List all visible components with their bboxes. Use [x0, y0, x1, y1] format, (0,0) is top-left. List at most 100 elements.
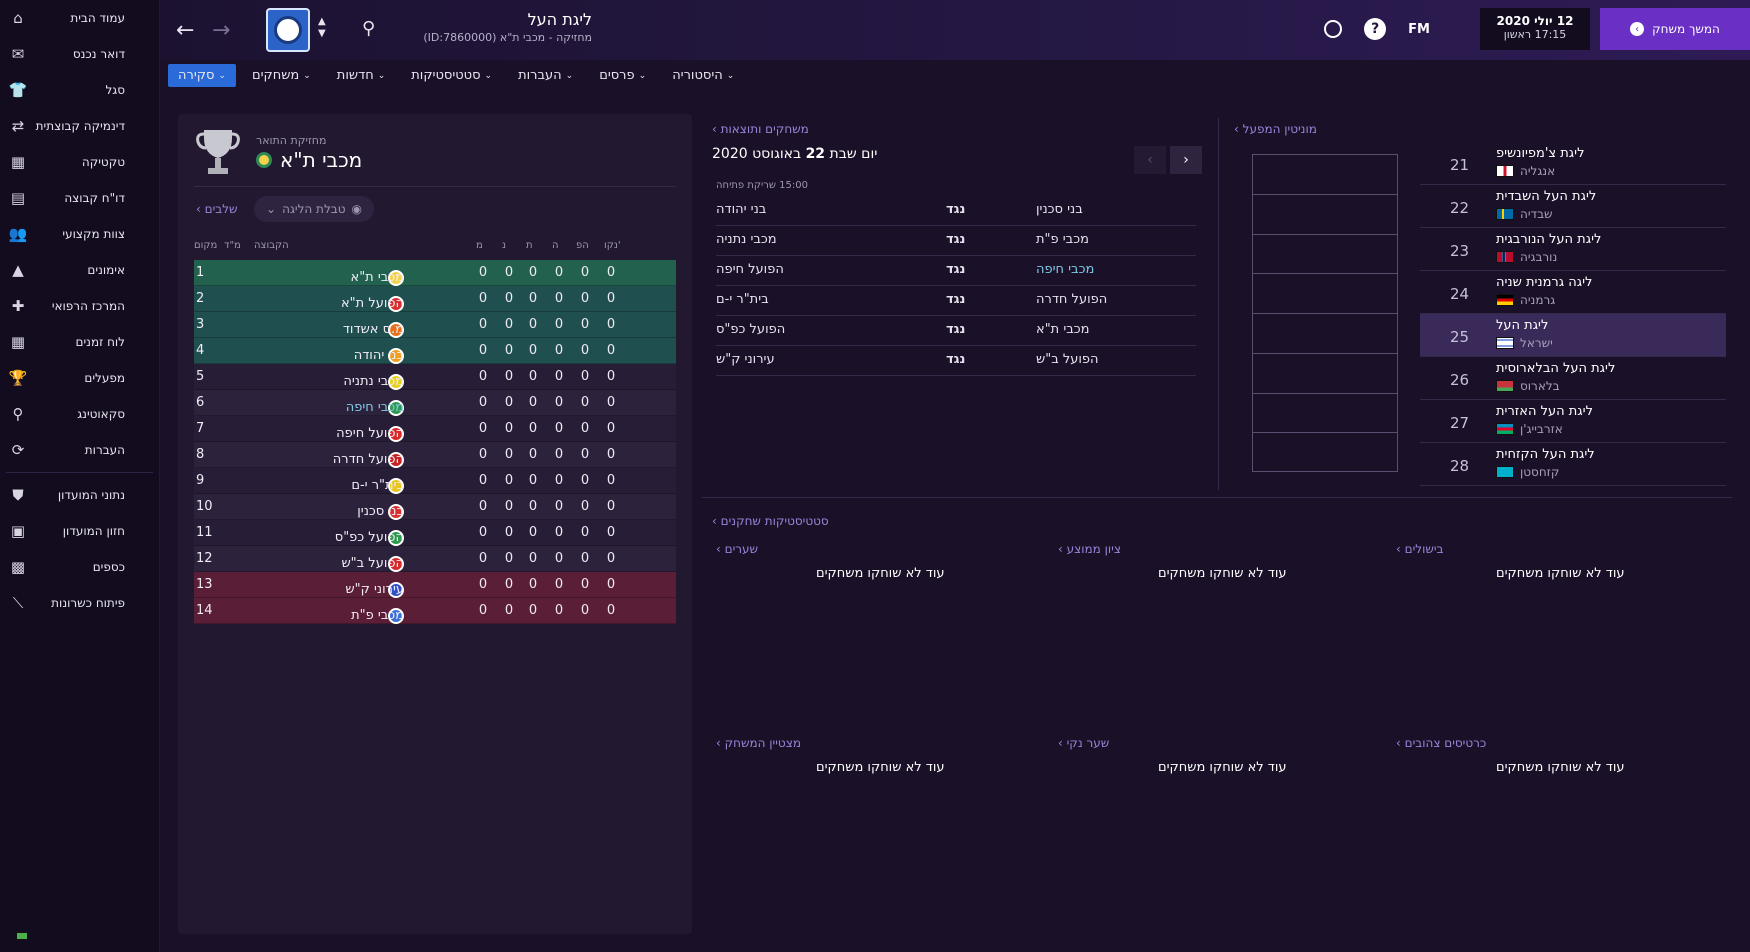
tab-item[interactable]: סקירה ⌄ [168, 64, 236, 87]
game-date[interactable]: 12 יולי 2020 17:15 ראשון [1480, 8, 1590, 50]
table-row[interactable]: 7 הפועל חיפה 0 0 0 0 0 0 [194, 416, 676, 442]
col-form[interactable]: מ"ד [224, 240, 241, 251]
prev-date-button[interactable]: ‹ [1134, 146, 1166, 174]
help-icon[interactable]: ? [1364, 18, 1387, 40]
table-row[interactable]: 5 מכבי נתניה 0 0 0 0 0 0 [194, 364, 676, 390]
player-stat-link[interactable]: כרטיסים צהובים › [1396, 736, 1486, 750]
ranking-row[interactable]: 28 ליגת העל הקזחית קזחסטן [1420, 443, 1726, 486]
reputation-link[interactable]: מוניטין המפעל › [1234, 122, 1317, 136]
fixture-row[interactable]: עירוני ק"ש נגד הפועל ב"ש [716, 346, 1196, 376]
globe-icon[interactable] [1324, 20, 1343, 38]
ranking-row[interactable]: 23 ליגת העל הנורבגית נורבגיה [1420, 228, 1726, 271]
sidebar-item[interactable]: דואר נכנס ✉ [0, 36, 159, 72]
table-row[interactable]: 8 הפועל חדרה 0 0 0 0 0 0 [194, 442, 676, 468]
table-row[interactable]: 10 בני סכנין 0 0 0 0 0 0 [194, 494, 676, 520]
tab-item[interactable]: משחקים ⌄ [242, 64, 321, 87]
search-icon[interactable]: ⚲ [362, 18, 375, 39]
stages-link[interactable]: שלבים › [196, 202, 238, 216]
sidebar-item[interactable]: דינמיקה קבוצתית ⇄ [0, 108, 159, 144]
switch-competition-icon[interactable]: ▲ ▼ [318, 16, 326, 40]
player-stat-link[interactable]: ציון ממוצע › [1058, 542, 1121, 556]
table-row[interactable]: 4 בני יהודה 0 0 0 0 0 0 [194, 338, 676, 364]
ranking-row[interactable]: 26 ליגת העל הבלארוסית בלארוס [1420, 357, 1726, 400]
col-won[interactable]: נ [502, 240, 506, 251]
fixture-home[interactable]: הפועל כפ"ס [716, 322, 866, 337]
table-row[interactable]: 9 בית"ר י-ם 0 0 0 0 0 0 [194, 468, 676, 494]
player-stat-title: בישולים [1404, 542, 1444, 556]
table-row[interactable]: 2 הפועל ת"א 0 0 0 0 0 0 [194, 286, 676, 312]
page-title: ליגת העל [527, 10, 592, 29]
table-row[interactable]: 13 עירוני ק"ש 0 0 0 0 0 0 [194, 572, 676, 598]
table-row[interactable]: 11 הפועל כפ"ס 0 0 0 0 0 0 [194, 520, 676, 546]
fixture-home[interactable]: מכבי נתניה [716, 232, 866, 247]
fixture-away[interactable]: הפועל חדרה [1036, 292, 1186, 307]
tab-item[interactable]: חדשות ⌄ [327, 64, 395, 87]
player-stat-link[interactable]: בישולים › [1396, 542, 1443, 556]
sidebar-item[interactable]: טקטיקה ▦ [0, 144, 159, 180]
table-row[interactable]: 3 מ.ס אשדוד 0 0 0 0 0 0 [194, 312, 676, 338]
table-row[interactable]: 14 מכבי פ"ת 0 0 0 0 0 0 [194, 598, 676, 624]
fixture-row[interactable]: בית"ר י-ם נגד הפועל חדרה [716, 286, 1196, 316]
sidebar-item[interactable]: המרכז הרפואי ✚ [0, 288, 159, 324]
tab-item[interactable]: העברות ⌄ [508, 64, 583, 87]
sidebar-item[interactable]: כספים ▩ [0, 549, 159, 585]
row-stat: 0 [554, 395, 564, 410]
fixture-away[interactable]: מכבי פ"ת [1036, 232, 1186, 247]
sidebar-item[interactable]: צוות מקצועי 👥 [0, 216, 159, 252]
ranking-row[interactable]: 21 ליגת צ'מפיונשיפ אנגליה [1420, 142, 1726, 185]
ranking-row[interactable]: 24 ליגה גרמנית שניה גרמניה [1420, 271, 1726, 314]
col-lost[interactable]: ה [552, 240, 559, 251]
table-row[interactable]: 6 מכבי חיפה 0 0 0 0 0 0 [194, 390, 676, 416]
player-stat-link[interactable]: שערים › [716, 542, 758, 556]
player-stats-link[interactable]: סטטיסטיקות שחקנים › [712, 514, 829, 528]
fixture-home[interactable]: בית"ר י-ם [716, 292, 866, 307]
sidebar-item[interactable]: פיתוח כשרונות ⟋ [0, 585, 159, 621]
fixture-away[interactable]: בני סכנין [1036, 202, 1186, 217]
tab-item[interactable]: היסטוריה ⌄ [662, 64, 744, 87]
col-pos[interactable]: מקום [194, 240, 217, 251]
col-played[interactable]: מ [476, 240, 483, 251]
sidebar-item[interactable]: סגל 👕 [0, 72, 159, 108]
col-team[interactable]: הקבוצה [254, 240, 289, 251]
fixture-away[interactable]: מכבי חיפה [1036, 262, 1186, 277]
next-date-button[interactable]: › [1170, 146, 1202, 174]
player-stat-link[interactable]: שער נקי › [1058, 736, 1109, 750]
continue-button[interactable]: המשך משחק › [1600, 8, 1750, 50]
table-view-dropdown[interactable]: ◉ טבלת הליגה ⌄ [254, 196, 374, 222]
sidebar-item[interactable]: עמוד הבית ⌂ [0, 0, 159, 36]
fixture-row[interactable]: מכבי נתניה נגד מכבי פ"ת [716, 226, 1196, 256]
fixture-away[interactable]: מכבי ת"א [1036, 322, 1186, 337]
fixtures-link[interactable]: משחקים ותוצאות › [712, 122, 809, 136]
ranking-row[interactable]: 22 ליגת העל השבדית שבדיה [1420, 185, 1726, 228]
sidebar-item[interactable]: מפעלים 🏆 [0, 360, 159, 396]
table-row[interactable]: 12 הפועל ב"ש 0 0 0 0 0 0 [194, 546, 676, 572]
col-gd[interactable]: הפ [576, 240, 589, 251]
fixture-home[interactable]: הפועל חיפה [716, 262, 866, 277]
fm-logo[interactable]: FM [1408, 22, 1430, 37]
sidebar-item[interactable]: אימונים ▲ [0, 252, 159, 288]
col-pts[interactable]: נקו' [604, 240, 621, 251]
ranking-row[interactable]: 25 ליגת העל ישראל [1420, 314, 1726, 357]
col-drawn[interactable]: ת [526, 240, 533, 251]
fixture-row[interactable]: בני יהודה נגד בני סכנין [716, 196, 1196, 226]
sidebar-item[interactable]: לוח זמנים ▦ [0, 324, 159, 360]
sidebar-item[interactable]: העברות ⟳ [0, 432, 159, 468]
sidebar-item[interactable]: סקאוטינג ⚲ [0, 396, 159, 432]
fixture-away[interactable]: הפועל ב"ש [1036, 352, 1186, 367]
holder-team[interactable]: מכבי ת"א [256, 148, 362, 172]
tab-item[interactable]: סטטיסטיקות ⌄ [401, 64, 502, 87]
tab-item[interactable]: פרסים ⌄ [589, 64, 656, 87]
ranking-row[interactable]: 27 ליגת העל האזרית אזרבייג'ן [1420, 400, 1726, 443]
fixture-home[interactable]: עירוני ק"ש [716, 352, 866, 367]
sidebar-item[interactable]: חזון המועדון ▣ [0, 513, 159, 549]
back-arrow-icon[interactable]: ← [176, 18, 194, 43]
fixture-row[interactable]: הפועל חיפה נגד מכבי חיפה [716, 256, 1196, 286]
sidebar-item[interactable]: נתוני המועדון ⛊ [0, 477, 159, 513]
competition-logo[interactable] [266, 8, 310, 52]
player-stat-link[interactable]: מצטיין המשחק › [716, 736, 801, 750]
fixture-home[interactable]: בני יהודה [716, 202, 866, 217]
forward-arrow-icon[interactable]: → [212, 18, 230, 43]
sidebar-item[interactable]: דו"ח קבוצה ▤ [0, 180, 159, 216]
table-row[interactable]: 1 מכבי ת"א 0 0 0 0 0 0 [194, 260, 676, 286]
fixture-row[interactable]: הפועל כפ"ס נגד מכבי ת"א [716, 316, 1196, 346]
